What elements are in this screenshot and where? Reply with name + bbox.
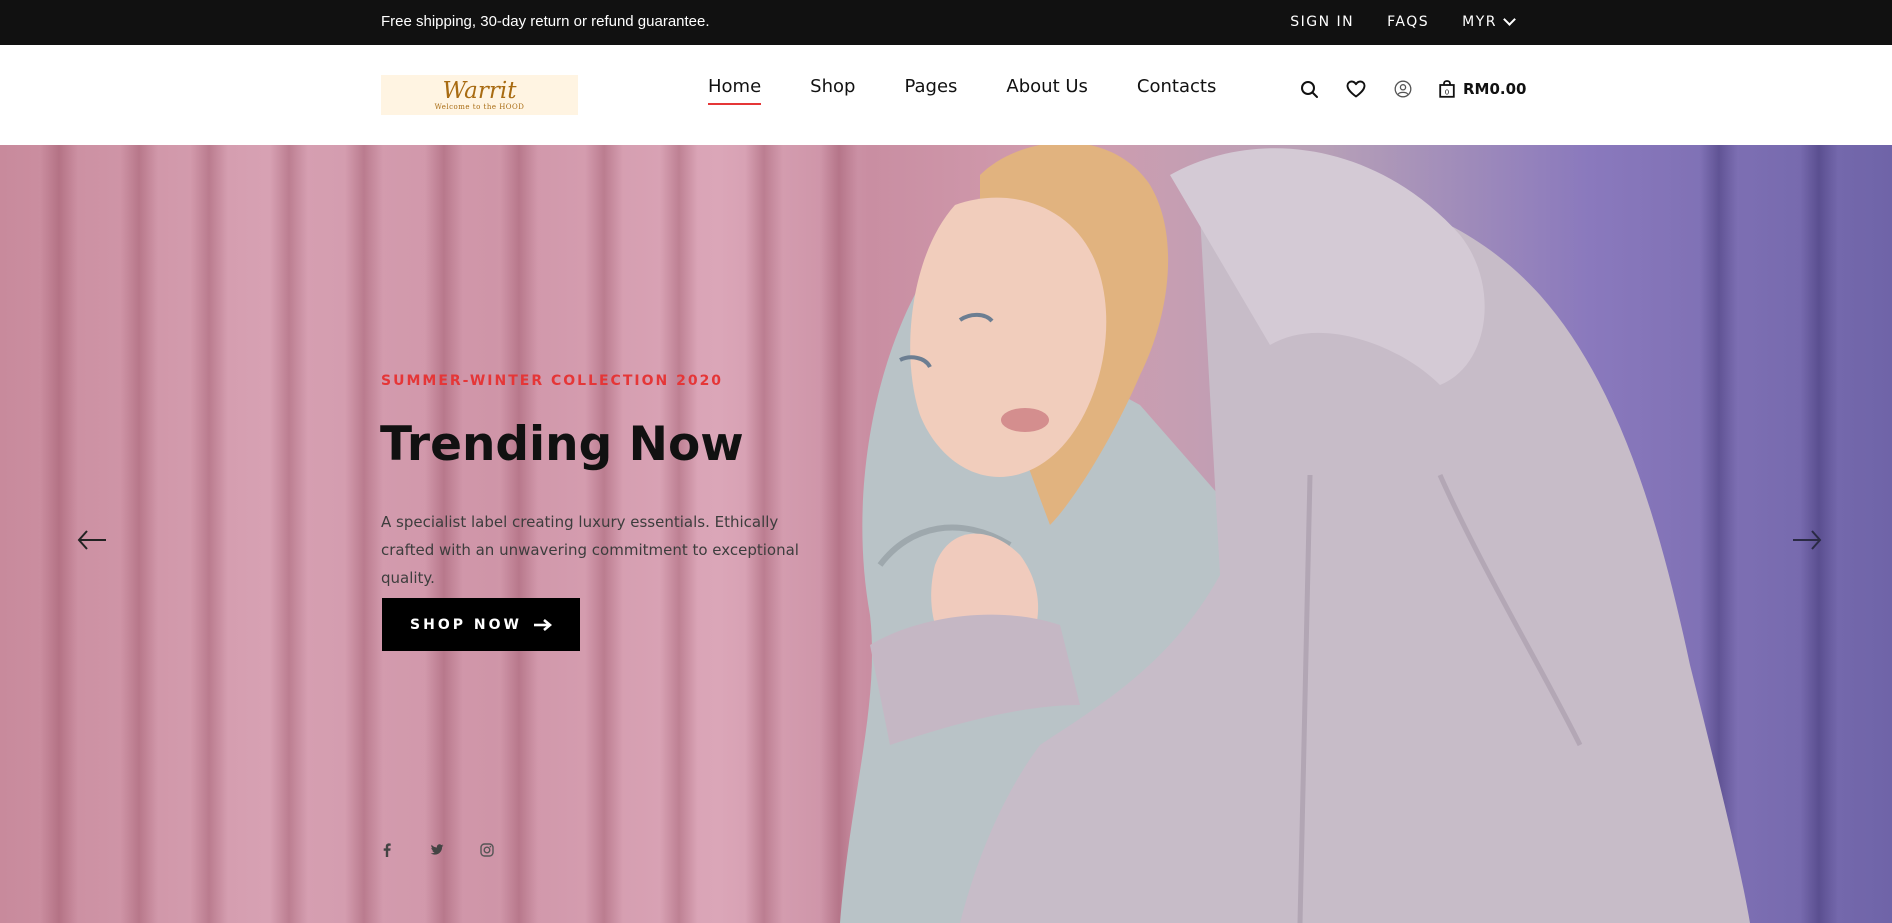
nav-shop[interactable]: Shop [810, 76, 855, 105]
shop-now-label: SHOP NOW [410, 616, 522, 633]
hero-subtitle: SUMMER-WINTER COLLECTION 2020 [381, 373, 724, 389]
faqs-link[interactable]: FAQS [1387, 14, 1429, 30]
search-icon[interactable] [1298, 78, 1320, 100]
hero-title: Trending Now [380, 417, 744, 472]
hero-description: A specialist label creating luxury essen… [381, 513, 799, 587]
nav-about-us[interactable]: About Us [1006, 76, 1088, 105]
bag-icon: 0 [1439, 80, 1455, 98]
logo-tagline: Welcome to the HOOD [434, 103, 525, 111]
social-links [380, 842, 494, 858]
cart-count: 0 [1445, 89, 1449, 97]
chevron-down-icon [1503, 13, 1516, 26]
facebook-icon[interactable] [380, 842, 394, 858]
user-icon[interactable] [1392, 78, 1414, 100]
arrow-right-icon [533, 618, 552, 631]
currency-selector[interactable]: MYR [1462, 13, 1516, 30]
top-bar: Free shipping, 30-day return or refund g… [0, 0, 1892, 45]
slider-prev-arrow-icon[interactable] [77, 528, 111, 556]
top-links: SIGN IN FAQS MYR [1290, 13, 1516, 30]
twitter-icon[interactable] [430, 842, 444, 858]
header-icons: 0 RM0.00 [1298, 78, 1527, 100]
currency-label: MYR [1462, 14, 1497, 30]
main-nav: Home Shop Pages About Us Contacts [708, 76, 1216, 105]
sign-in-link[interactable]: SIGN IN [1290, 14, 1354, 30]
nav-pages[interactable]: Pages [904, 76, 957, 105]
promo-text: Free shipping, 30-day return or refund g… [381, 13, 710, 30]
logo[interactable]: Warrit Welcome to the HOOD [381, 75, 578, 115]
nav-home[interactable]: Home [708, 76, 762, 105]
model-image [840, 145, 1750, 923]
heart-icon[interactable] [1345, 78, 1367, 100]
cart-total: RM0.00 [1463, 80, 1527, 98]
instagram-icon[interactable] [480, 842, 494, 858]
shop-now-button[interactable]: SHOP NOW [382, 598, 580, 651]
hero-banner: SUMMER-WINTER COLLECTION 2020 Trending N… [0, 145, 1892, 923]
nav-contacts[interactable]: Contacts [1137, 76, 1216, 105]
logo-text: Warrit [442, 78, 517, 104]
site-header: Warrit Welcome to the HOOD Home Shop Pag… [0, 45, 1892, 145]
slider-next-arrow-icon[interactable] [1792, 528, 1826, 556]
cart-button[interactable]: 0 RM0.00 [1439, 80, 1527, 98]
